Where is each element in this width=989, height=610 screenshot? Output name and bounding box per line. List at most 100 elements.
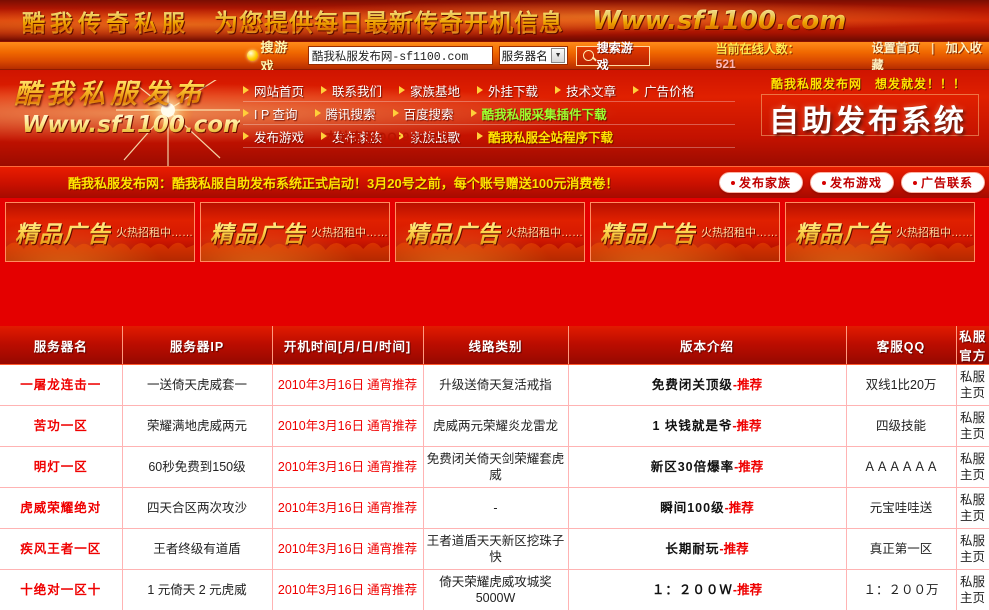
cell-server-ip: 荣耀满地虎威两元	[122, 405, 273, 447]
col-header-server-name[interactable]: 服务器名	[0, 326, 123, 365]
nav-label: 发布游戏	[254, 130, 305, 145]
ad-subtitle: 火热招租中……	[701, 227, 778, 239]
online-count: 当前在线人数：521	[716, 40, 816, 71]
cell-server-name[interactable]: 疾风王者一区	[0, 528, 123, 570]
search-input[interactable]	[307, 46, 493, 65]
nav-item-ip-lookup[interactable]: I P 查询	[243, 104, 298, 123]
cell-open-time: 2010年3月16日 通宵推荐	[272, 487, 424, 529]
triangle-icon	[321, 86, 328, 94]
cell-open-time: 2010年3月16日 通宵推荐	[272, 446, 424, 488]
triangle-icon	[477, 86, 484, 94]
triangle-icon	[243, 109, 249, 117]
self-publish-tagline: 酷我私服发布网 想发就发！！！	[771, 77, 967, 91]
ad-title: 精品广告	[600, 215, 696, 249]
notice-marquee: 酷我私服发布网：酷我私服自助发布系统正式启动！3月20号之前，每个账号赠送100…	[68, 176, 619, 191]
table-row[interactable]: 虎威荣耀绝对 四天合区两次攻沙 2010年3月16日 通宵推荐 - 瞬间100级-推荐 元宝…	[0, 487, 989, 529]
cell-version-intro: 免费闭关顶级-推荐	[568, 364, 847, 406]
banner-middle-text: 为您提供每日最新传奇开机信息	[214, 3, 564, 38]
col-header-open-time[interactable]: 开机时间[月/日/时间]	[272, 326, 424, 365]
nav-item-family-base[interactable]: 家族基地	[399, 81, 460, 100]
search-button-label: 搜索游戏	[596, 40, 633, 72]
banner-left-text: 酷我传奇私服	[22, 4, 190, 38]
triangle-icon	[477, 132, 484, 140]
cell-version-intro: １：２００Ｗ-推荐	[568, 569, 847, 610]
self-publish-title: 自助发布系统	[769, 105, 967, 138]
triangle-icon	[314, 109, 321, 117]
server-table: 服务器名 服务器IP 开机时间[月/日/时间] 线路类别 版本介绍 客服QQ 私…	[0, 326, 989, 610]
col-header-version-intro[interactable]: 版本介绍	[568, 326, 847, 365]
nav-label: 家族基地	[410, 84, 461, 99]
triangle-icon	[470, 109, 477, 117]
table-row[interactable]: 明灯一区 60秒免费到150级 2010年3月16日 通宵推荐 免费闭关倚天剑荣耀套虎威…	[0, 446, 989, 488]
ad-subtitle: 火热招租中……	[506, 227, 583, 239]
ad-banner-slot[interactable]: 精品广告 火热招租中……	[785, 202, 975, 262]
cell-official-home[interactable]: 私服主页	[956, 446, 989, 488]
nav-item-tencent-search[interactable]: 腾讯搜索	[314, 104, 376, 123]
nav-item-ad-price[interactable]: 广告价格	[633, 81, 694, 100]
ad-banner-slot[interactable]: 精品广告 火热招租中……	[395, 202, 585, 262]
nav-item-publish-game[interactable]: 发布游戏	[243, 127, 304, 146]
orb-icon	[247, 50, 258, 61]
header-band: 酷我私服发布 Www.sf1100.com 网站首页 联系我们 家族基地 外挂下…	[0, 70, 989, 166]
nav-item-contact[interactable]: 联系我们	[321, 81, 382, 100]
ad-title: 精品广告	[795, 215, 891, 249]
ad-banner-slot[interactable]: 精品广告 火热招租中……	[5, 202, 195, 262]
cell-open-time: 2010年3月16日 通宵推荐	[272, 528, 424, 570]
cell-line-type: 免费闭关倚天剑荣耀套虎威	[423, 446, 569, 488]
search-scope-select[interactable]: 服务器名 ▼	[498, 46, 569, 65]
col-header-line-type[interactable]: 线路类别	[423, 326, 569, 365]
col-header-server-ip[interactable]: 服务器IP	[122, 326, 273, 365]
nav-item-full-site-program[interactable]: 酷我私服全站程序下载	[477, 127, 613, 146]
table-row[interactable]: 一屠龙连击一 一送倚天虎威套一 2010年3月16日 通宵推荐 升级送倚天复活戒指 免费闭…	[0, 364, 989, 406]
cell-server-ip: 一送倚天虎威套一	[122, 364, 273, 406]
site-logo[interactable]: 酷我私服发布 Www.sf1100.com	[0, 70, 240, 166]
cell-official-home[interactable]: 私服主页	[956, 569, 989, 610]
online-count-label: 当前在线人数：	[715, 42, 800, 56]
triangle-icon	[555, 86, 562, 94]
nav-item-collector-plugin[interactable]: 酷我私服采集插件下载	[470, 104, 607, 123]
publish-game-button[interactable]: 发布游戏	[809, 172, 894, 193]
nav-label: 酷我私服采集插件下载	[481, 107, 607, 122]
ad-banner-slot[interactable]: 精品广告 火热招租中……	[590, 202, 780, 262]
cell-service-qq: ＡＡＡＡＡＡ	[846, 446, 957, 488]
nav-item-home[interactable]: 网站首页	[243, 81, 304, 100]
cell-official-home[interactable]: 私服主页	[956, 487, 989, 529]
triangle-icon	[243, 132, 249, 140]
bullet-icon	[730, 180, 735, 185]
cell-server-name[interactable]: 十绝对一区十	[0, 569, 123, 610]
nav-label: 技术文章	[566, 84, 617, 99]
nav-item-tech-articles[interactable]: 技术文章	[555, 81, 616, 100]
ad-contact-button[interactable]: 广告联系	[900, 172, 985, 193]
table-row[interactable]: 十绝对一区十 1 元倚天 2 元虎威 2010年3月16日 通宵推荐 倚天荣耀虎威攻城奖…	[0, 569, 989, 610]
cell-line-type: -	[423, 487, 569, 529]
chevron-down-icon[interactable]: ▼	[551, 48, 566, 63]
main-nav: 网站首页 联系我们 家族基地 外挂下载 技术文章 广告价格 I P 查询 腾讯搜…	[243, 79, 735, 148]
search-button[interactable]: 搜索游戏	[576, 41, 650, 72]
cell-server-name[interactable]: 苦功一区	[0, 405, 123, 447]
col-header-official-home[interactable]: 私服官方	[956, 326, 989, 365]
publish-family-button[interactable]: 发布家族	[718, 172, 803, 193]
nav-item-baidu-search[interactable]: 百度搜索	[392, 104, 454, 123]
logo-cn-title: 酷我私服发布	[14, 72, 206, 111]
logo-en-title: Www.sf1100.com	[22, 112, 240, 138]
nav-item-plugin-download[interactable]: 外挂下载	[477, 81, 538, 100]
nav-row-3: 发布游戏 发布家族 家族战歌 酷我私服全站程序下载	[243, 125, 735, 148]
cell-server-name[interactable]: 虎威荣耀绝对	[0, 487, 123, 529]
self-publish-banner[interactable]: 酷我私服发布网 想发就发！！！ 自助发布系统	[745, 70, 989, 166]
ad-title: 精品广告	[405, 215, 501, 249]
search-games-label: 搜游戏	[260, 39, 289, 74]
table-row[interactable]: 疾风王者一区 王者终级有道盾 2010年3月16日 通宵推荐 王者道盾天天新区挖珠子快长…	[0, 528, 989, 570]
cell-official-home[interactable]: 私服主页	[956, 405, 989, 447]
cell-service-qq: １：２００万	[846, 569, 957, 610]
nav-label: 外挂下载	[488, 84, 539, 99]
table-head: 服务器名 服务器IP 开机时间[月/日/时间] 线路类别 版本介绍 客服QQ 私…	[0, 326, 989, 365]
col-header-service-qq[interactable]: 客服QQ	[846, 326, 957, 365]
cell-server-name[interactable]: 明灯一区	[0, 446, 123, 488]
set-homepage-link[interactable]: 设置首页	[872, 41, 920, 55]
ad-banner-slot[interactable]: 精品广告 火热招租中……	[200, 202, 390, 262]
table-row[interactable]: 苦功一区 荣耀满地虎威两元 2010年3月16日 通宵推荐 虎威两元荣耀炎龙雷龙 1 块钱…	[0, 405, 989, 447]
cell-server-name[interactable]: 一屠龙连击一	[0, 364, 123, 406]
cell-official-home[interactable]: 私服主页	[956, 364, 989, 406]
cell-official-home[interactable]: 私服主页	[956, 528, 989, 570]
ad-title: 精品广告	[210, 215, 306, 249]
